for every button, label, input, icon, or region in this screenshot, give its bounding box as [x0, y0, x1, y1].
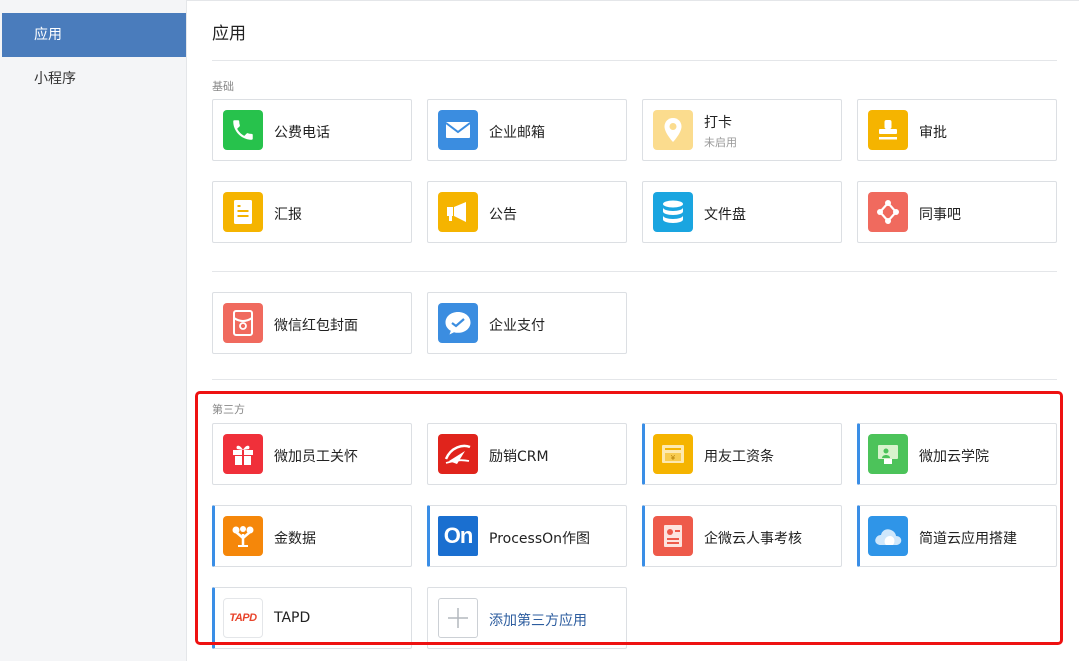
app-card-payslip[interactable]: ¥ 用友工资条	[642, 423, 842, 485]
red-envelope-icon	[223, 303, 263, 343]
main-content: 应用 基础 公费电话 企业邮箱 打卡 未启用 审批 汇报 公告 文件盘 同事吧 …	[187, 0, 1079, 661]
app-name: 企微云人事考核	[704, 531, 802, 547]
app-name: 文件盘	[704, 207, 746, 223]
divider	[212, 60, 1057, 61]
app-card-tapd[interactable]: TAPD TAPD	[212, 587, 412, 649]
app-card-file-disk[interactable]: 文件盘	[642, 181, 842, 243]
app-card-announcement[interactable]: 公告	[427, 181, 627, 243]
mail-icon	[438, 110, 478, 150]
app-card-cloud-academy[interactable]: 微加云学院	[857, 423, 1057, 485]
app-name: 汇报	[274, 207, 302, 223]
payslip-icon: ¥	[653, 434, 693, 474]
add-third-party-app-button[interactable]: 添加第三方应用	[427, 587, 627, 649]
app-name: 公费电话	[274, 125, 330, 141]
sidebar-item-apps[interactable]: 应用	[2, 13, 186, 57]
location-pin-icon	[653, 110, 693, 150]
app-name: 审批	[919, 125, 947, 141]
app-name: 微信红包封面	[274, 318, 358, 334]
page-title: 应用	[212, 24, 246, 44]
tapd-logo-text: TAPD	[229, 612, 257, 624]
report-icon	[223, 192, 263, 232]
app-card-jinshuju[interactable]: 金数据	[212, 505, 412, 567]
app-card-processon[interactable]: On ProcessOn作图	[427, 505, 627, 567]
app-status: 未启用	[704, 136, 737, 149]
share-icon	[868, 192, 908, 232]
section-label-basic: 基础	[212, 80, 234, 93]
app-card-employee-care[interactable]: 微加员工关怀	[212, 423, 412, 485]
add-app-label: 添加第三方应用	[489, 613, 587, 629]
app-card-jiandaoyun[interactable]: 简道云应用搭建	[857, 505, 1057, 567]
stamp-icon	[868, 110, 908, 150]
app-name: 用友工资条	[704, 449, 774, 465]
processon-logo-text: On	[443, 523, 474, 548]
app-card-red-envelope[interactable]: 微信红包封面	[212, 292, 412, 354]
app-card-report[interactable]: 汇报	[212, 181, 412, 243]
section-label-third-party: 第三方	[212, 403, 245, 416]
app-card-checkin[interactable]: 打卡 未启用	[642, 99, 842, 161]
app-card-colleagues[interactable]: 同事吧	[857, 181, 1057, 243]
divider	[212, 379, 1057, 380]
app-name: ProcessOn作图	[489, 531, 591, 547]
classroom-icon	[868, 434, 908, 474]
svg-text:¥: ¥	[671, 454, 676, 462]
app-card-crm[interactable]: 励销CRM	[427, 423, 627, 485]
app-name: 同事吧	[919, 207, 961, 223]
app-card-approval[interactable]: 审批	[857, 99, 1057, 161]
app-name: 公告	[489, 207, 517, 223]
app-name: 励销CRM	[489, 449, 549, 465]
phone-icon	[223, 110, 263, 150]
processon-icon: On	[438, 516, 478, 556]
app-card-phone[interactable]: 公费电话	[212, 99, 412, 161]
pay-icon	[438, 303, 478, 343]
app-name: 企业邮箱	[489, 125, 545, 141]
app-name: 企业支付	[489, 318, 545, 334]
gift-icon	[223, 434, 263, 474]
app-card-mail[interactable]: 企业邮箱	[427, 99, 627, 161]
app-name: 金数据	[274, 531, 316, 547]
plus-icon	[438, 598, 478, 638]
app-name: 简道云应用搭建	[919, 531, 1017, 547]
app-card-payment[interactable]: 企业支付	[427, 292, 627, 354]
app-name: 打卡	[704, 115, 732, 131]
sidebar: 应用 小程序	[0, 0, 187, 661]
app-name: 微加员工关怀	[274, 449, 358, 465]
tree-icon	[223, 516, 263, 556]
megaphone-icon	[438, 192, 478, 232]
cloud-icon	[868, 516, 908, 556]
resume-icon	[653, 516, 693, 556]
sidebar-item-mini-programs[interactable]: 小程序	[2, 57, 186, 101]
app-name: 微加云学院	[919, 449, 989, 465]
tapd-icon: TAPD	[223, 598, 263, 638]
crm-icon	[438, 434, 478, 474]
divider	[212, 271, 1057, 272]
app-card-hr-review[interactable]: 企微云人事考核	[642, 505, 842, 567]
database-icon	[653, 192, 693, 232]
app-name: TAPD	[274, 610, 311, 626]
